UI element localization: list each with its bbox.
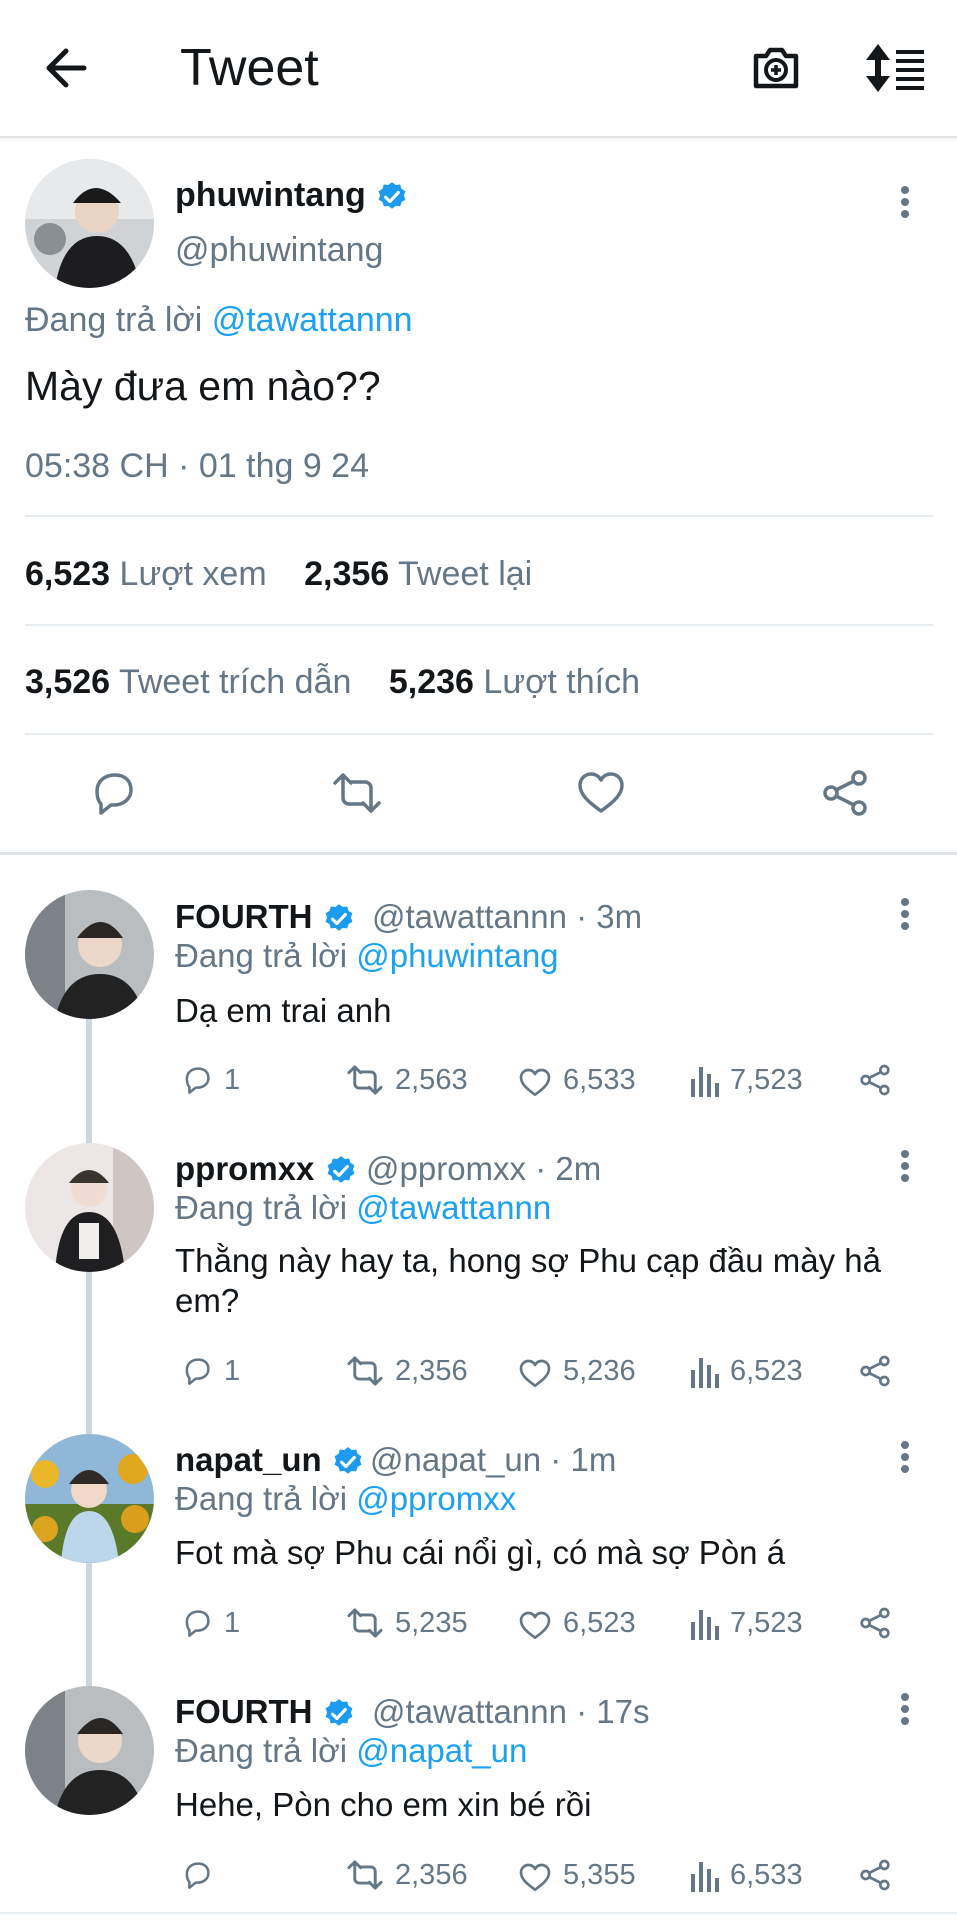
mention-link[interactable]: @phuwintang	[356, 937, 558, 974]
reply-text: Fot mà sợ Phu cái nổi gì, có mà sợ Pòn á	[175, 1534, 786, 1571]
retweet-button[interactable]: 2,563	[343, 1058, 468, 1102]
retweet-button[interactable]: 2,356	[343, 1349, 468, 1393]
reply-button[interactable]: 1	[178, 1058, 240, 1102]
retweet-button[interactable]: 5,235	[343, 1601, 468, 1645]
reply-author-name[interactable]: napat_un	[175, 1440, 365, 1480]
more-vertical-icon[interactable]	[890, 892, 920, 936]
reply-text: Thằng này hay ta, hong sợ Phu cạp đầu mà…	[175, 1242, 881, 1319]
reply-handle[interactable]: @napat_un · 1m	[370, 1440, 616, 1480]
reply-text: Dạ em trai anh	[175, 992, 392, 1029]
retweets-stat[interactable]: 2,356 Tweet lại	[304, 555, 532, 593]
more-vertical-icon[interactable]	[890, 1435, 920, 1479]
thread-line	[86, 1018, 92, 1148]
retweet-icon[interactable]	[327, 763, 387, 823]
reply-button[interactable]: 1	[178, 1349, 240, 1393]
thread-line	[86, 1268, 92, 1434]
sort-icon[interactable]	[864, 42, 928, 94]
views-button[interactable]: 6,533	[688, 1853, 803, 1897]
section-separator	[0, 852, 957, 855]
thread-line	[86, 1560, 92, 1686]
page-title: Tweet	[180, 39, 319, 97]
reply-text: Hehe, Pòn cho em xin bé rồi	[175, 1786, 592, 1823]
mention-link[interactable]: @ppromxx	[356, 1480, 516, 1517]
stats-row-1: 6,523 Lượt xem 2,356 Tweet lại	[25, 554, 532, 594]
divider	[0, 1912, 957, 1914]
reply-button[interactable]	[178, 1853, 224, 1897]
share-button[interactable]	[855, 1058, 895, 1102]
share-button[interactable]	[855, 1349, 895, 1393]
reply-author-name[interactable]: ppromxx	[175, 1149, 358, 1189]
verified-icon	[322, 902, 356, 936]
avatar[interactable]	[25, 159, 154, 288]
verified-icon	[331, 1445, 365, 1479]
mention-link[interactable]: @napat_un	[356, 1732, 527, 1769]
share-button[interactable]	[855, 1601, 895, 1645]
replying-to-line: Đang trả lời @ppromxx	[175, 1480, 517, 1517]
replying-to-line: Đang trả lời @tawattannn	[25, 301, 413, 339]
replying-to-line: Đang trả lời @tawattannn	[175, 1189, 552, 1226]
divider	[25, 624, 933, 626]
reply-author-name[interactable]: FOURTH	[175, 1692, 356, 1732]
verified-icon	[322, 1697, 356, 1731]
mention-link[interactable]: @tawattannn	[212, 301, 413, 339]
author-name[interactable]: phuwintang	[175, 175, 409, 215]
avatar[interactable]	[25, 1686, 154, 1815]
mention-link[interactable]: @tawattannn	[356, 1189, 551, 1226]
like-button[interactable]: 6,523	[515, 1601, 636, 1645]
tweet-timestamp: 05:38 CH · 01 thg 9 24	[25, 447, 370, 485]
reply-handle[interactable]: @ppromxx · 2m	[366, 1149, 601, 1189]
divider	[25, 733, 933, 735]
verified-icon	[324, 1154, 358, 1188]
retweet-button[interactable]: 2,356	[343, 1853, 468, 1897]
stats-row-2: 3,526 Tweet trích dẫn 5,236 Lượt thích	[25, 662, 640, 702]
reply-handle[interactable]: @tawattannn · 3m	[372, 897, 642, 937]
views-stat[interactable]: 6,523 Lượt xem	[25, 555, 267, 593]
avatar[interactable]	[25, 890, 154, 1019]
like-button[interactable]: 5,236	[515, 1349, 636, 1393]
avatar[interactable]	[25, 1143, 154, 1272]
like-icon[interactable]	[571, 763, 631, 823]
more-vertical-icon[interactable]	[890, 1687, 920, 1731]
avatar[interactable]	[25, 1434, 154, 1563]
like-button[interactable]: 6,533	[515, 1058, 636, 1102]
more-vertical-icon[interactable]	[890, 180, 920, 224]
reply-handle[interactable]: @tawattannn · 17s	[372, 1692, 650, 1732]
views-button[interactable]: 7,523	[688, 1058, 803, 1102]
camera-add-icon[interactable]	[748, 40, 804, 96]
share-button[interactable]	[855, 1853, 895, 1897]
views-button[interactable]: 6,523	[688, 1349, 803, 1393]
reply-button[interactable]: 1	[178, 1601, 240, 1645]
divider	[25, 515, 933, 517]
tweet-text: Mày đưa em nào??	[25, 363, 381, 409]
like-button[interactable]: 5,355	[515, 1853, 636, 1897]
replying-to-line: Đang trả lời @phuwintang	[175, 937, 559, 974]
author-handle[interactable]: @phuwintang	[175, 230, 383, 270]
share-icon[interactable]	[815, 763, 875, 823]
likes-stat[interactable]: 5,236 Lượt thích	[389, 663, 640, 701]
reply-icon[interactable]	[83, 763, 143, 823]
replying-to-line: Đang trả lời @napat_un	[175, 1732, 528, 1769]
verified-icon	[375, 180, 409, 214]
top-app-bar: Tweet	[0, 0, 957, 138]
reply-author-name[interactable]: FOURTH	[175, 897, 356, 937]
back-arrow-icon[interactable]	[40, 42, 100, 94]
quotes-stat[interactable]: 3,526 Tweet trích dẫn	[25, 663, 351, 701]
views-button[interactable]: 7,523	[688, 1601, 803, 1645]
more-vertical-icon[interactable]	[890, 1144, 920, 1188]
